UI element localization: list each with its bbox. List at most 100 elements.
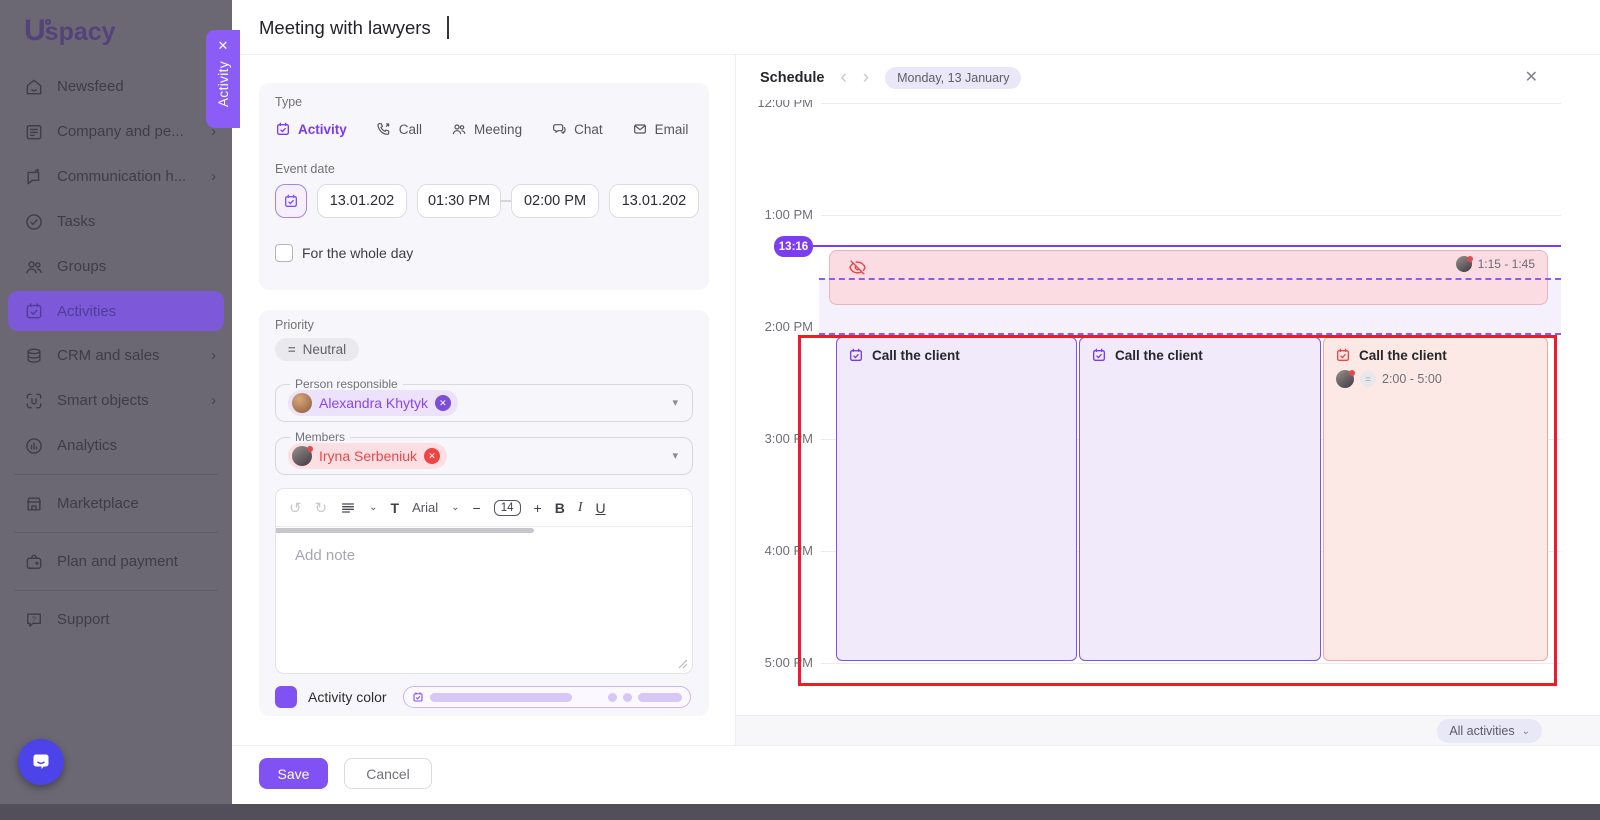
- whole-day-checkbox[interactable]: [275, 244, 293, 262]
- close-icon[interactable]: ✕: [218, 39, 229, 52]
- font-size-decrease-button[interactable]: −: [473, 500, 481, 516]
- redo-icon[interactable]: ↻: [315, 499, 328, 517]
- start-date-input[interactable]: [317, 184, 407, 218]
- font-size-value[interactable]: 14: [494, 500, 521, 516]
- font-family-select[interactable]: Arial: [412, 500, 438, 515]
- modal-title-bar: [232, 0, 1600, 55]
- sidebar-item-newsfeed[interactable]: Newsfeed: [0, 64, 232, 109]
- chat-launcher-button[interactable]: [18, 739, 64, 785]
- logo-dot: [45, 19, 51, 25]
- sidebar-item-smart-objects[interactable]: Smart objects ›: [0, 378, 232, 423]
- calendar-check-icon: [24, 301, 44, 321]
- sidebar-item-tasks[interactable]: Tasks: [0, 199, 232, 244]
- save-button[interactable]: Save: [259, 758, 328, 789]
- eye-off-icon: [848, 258, 867, 277]
- type-tab-call[interactable]: Call: [376, 121, 422, 137]
- activity-title-input[interactable]: [259, 13, 879, 43]
- italic-button[interactable]: I: [578, 500, 583, 516]
- calendar-check-icon: [1335, 347, 1351, 363]
- start-time-input[interactable]: [417, 184, 501, 218]
- responsible-chip[interactable]: Alexandra Khytyk ✕: [288, 390, 458, 416]
- smart-objects-icon: [24, 391, 44, 411]
- skeleton-dot: [608, 693, 617, 702]
- type-tab-email[interactable]: Email: [632, 121, 689, 137]
- uspacy-logo[interactable]: Uspacy: [0, 0, 232, 64]
- type-label: Type: [275, 95, 302, 109]
- note-textarea[interactable]: [276, 535, 692, 673]
- font-chevron-icon[interactable]: ⌄: [451, 502, 459, 513]
- activity-tab-label: Activity: [216, 61, 231, 107]
- align-chevron-icon[interactable]: ⌄: [369, 502, 377, 513]
- sidebar-item-company[interactable]: Company and pe... ›: [0, 109, 232, 154]
- skeleton-dot: [623, 693, 632, 702]
- next-day-icon[interactable]: ›: [863, 68, 869, 87]
- event-call-the-client-1[interactable]: Call the client: [836, 337, 1077, 661]
- text-cursor: [447, 16, 449, 39]
- activities-filter-chip[interactable]: All activities ⌄: [1437, 719, 1542, 743]
- sidebar-item-analytics[interactable]: Analytics: [0, 423, 232, 468]
- avatar: [292, 393, 312, 413]
- schedule-title: Schedule: [760, 70, 824, 86]
- sidebar-divider: [14, 474, 218, 475]
- sidebar-item-crm[interactable]: CRM and sales ›: [0, 333, 232, 378]
- activity-color-row: Activity color: [275, 686, 387, 708]
- svg-text:?: ?: [32, 614, 36, 623]
- activity-side-tab[interactable]: ✕ Activity: [206, 30, 240, 128]
- type-tab-chat[interactable]: Chat: [551, 121, 603, 137]
- sidebar-item-activities[interactable]: Activities: [8, 291, 224, 331]
- schedule-date-chip[interactable]: Monday, 13 January: [885, 67, 1021, 89]
- member-chip[interactable]: Iryna Serbeniuk ✕: [288, 443, 447, 469]
- type-tab-meeting[interactable]: Meeting: [451, 121, 522, 137]
- bold-button[interactable]: B: [555, 500, 565, 516]
- sidebar-item-plan-payment[interactable]: Plan and payment: [0, 539, 232, 584]
- event-title: Call the client: [1359, 348, 1447, 363]
- event-call-the-client-2[interactable]: Call the client: [1079, 337, 1321, 661]
- remove-responsible-icon[interactable]: ✕: [435, 395, 451, 411]
- calendar-icon: [283, 193, 299, 209]
- sidebar-item-communication[interactable]: Communication h... ›: [0, 154, 232, 199]
- sidebar-item-label: Smart objects: [57, 392, 149, 409]
- members-field[interactable]: Members Iryna Serbeniuk ✕ ▾: [275, 437, 693, 475]
- toolbar-scrollbar-thumb[interactable]: [276, 528, 534, 533]
- current-time-line: [813, 245, 1561, 247]
- editor-toolbar: ↺ ↻ ⌄ T Arial ⌄ − 14 + B I U: [276, 489, 692, 527]
- sidebar-item-support[interactable]: ? Support: [0, 597, 232, 642]
- close-schedule-icon[interactable]: ✕: [1525, 67, 1538, 87]
- chat-icon: [551, 121, 567, 137]
- time-label: 12:00 PM: [736, 100, 813, 112]
- sidebar-item-label: Tasks: [57, 213, 95, 230]
- chevron-right-icon: ›: [211, 347, 216, 364]
- activity-color-swatch[interactable]: [275, 686, 297, 708]
- details-section: Priority = Neutral Person responsible Al…: [259, 310, 709, 716]
- marketplace-icon: [24, 494, 44, 514]
- undo-icon[interactable]: ↺: [289, 499, 302, 517]
- font-size-increase-button[interactable]: +: [534, 500, 542, 516]
- sidebar-item-marketplace[interactable]: Marketplace: [0, 481, 232, 526]
- sidebar-item-label: CRM and sales: [57, 347, 160, 364]
- schedule-grid: 12:00 PM 1:00 PM 2:00 PM 3:00 PM 4:00 PM…: [736, 100, 1600, 715]
- caret-down-icon[interactable]: ▾: [672, 449, 678, 462]
- end-time-input[interactable]: [511, 184, 599, 218]
- person-responsible-field[interactable]: Person responsible Alexandra Khytyk ✕ ▾: [275, 384, 693, 422]
- text-format-icon[interactable]: T: [391, 500, 400, 516]
- underline-button[interactable]: U: [595, 500, 605, 516]
- company-icon: [24, 122, 44, 142]
- type-date-section: Type Activity Call Meeting Chat: [259, 83, 709, 290]
- groups-icon: [24, 257, 44, 277]
- cancel-button[interactable]: Cancel: [344, 758, 432, 789]
- priority-chip[interactable]: = Neutral: [275, 338, 359, 361]
- phone-icon: [376, 121, 392, 137]
- resize-handle-icon[interactable]: [678, 659, 688, 669]
- caret-down-icon[interactable]: ▾: [672, 396, 678, 409]
- sidebar-item-label: Company and pe...: [57, 123, 184, 140]
- align-icon[interactable]: [340, 500, 356, 516]
- calendar-picker-button[interactable]: [275, 184, 307, 218]
- calendar-check-icon: [1091, 347, 1107, 363]
- event-call-the-client-3[interactable]: Call the client = 2:00 - 5:00: [1323, 337, 1548, 661]
- prev-day-icon[interactable]: ‹: [840, 68, 846, 87]
- remove-member-icon[interactable]: ✕: [424, 448, 440, 464]
- sidebar-item-groups[interactable]: Groups: [0, 244, 232, 289]
- type-tab-activity[interactable]: Activity: [275, 121, 347, 137]
- hour-line: [821, 215, 1561, 216]
- end-date-input[interactable]: [609, 184, 699, 218]
